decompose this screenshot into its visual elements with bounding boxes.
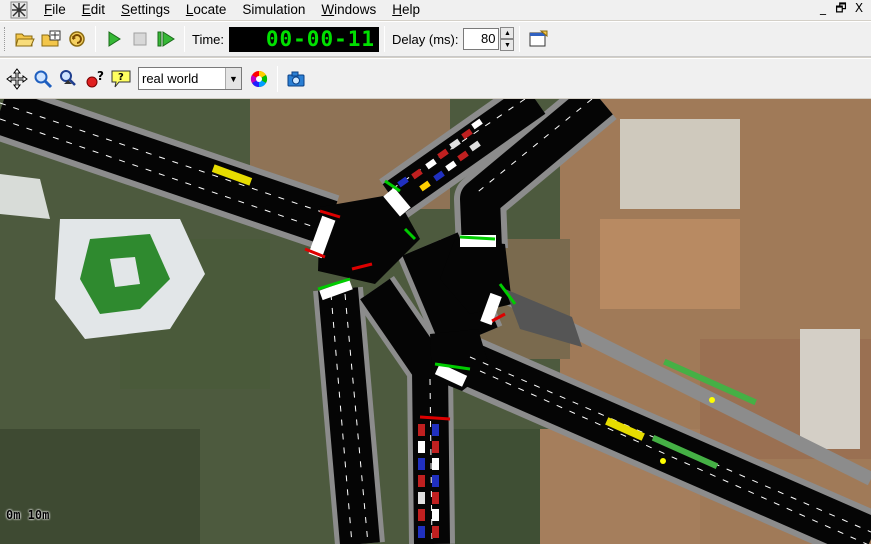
menu-file[interactable]: File [36,0,74,20]
menu-locate[interactable]: Locate [178,0,235,20]
rooftop-block [600,219,740,309]
network-map[interactable] [0,99,871,544]
color-wheel-icon [250,70,268,87]
light-roof [800,329,860,449]
edit-viewport-icon [529,30,548,47]
color-scheme-value: real world [142,71,199,86]
close-button[interactable]: X [851,1,867,17]
recenter-view-button[interactable] [4,66,30,92]
tooltip-icon: ? [111,70,131,87]
roof-garden-opening [110,257,140,287]
edit-color-scheme-button[interactable] [246,66,272,92]
simulation-toolbar: Time: 00-00-11 Delay (ms): 80 ▲ ▼ [0,21,871,57]
play-icon [108,31,121,47]
time-label: Time: [192,31,225,47]
step-icon [157,31,175,47]
recenter-icon [6,67,28,90]
reload-button[interactable] [64,26,90,52]
delay-input[interactable]: 80 [463,28,500,50]
restore-button[interactable]: 🗗 [833,1,849,17]
toolbar-grip[interactable] [4,27,7,51]
stop-icon [133,32,147,46]
locate-vehicle-icon [60,69,76,86]
delay-increase-button[interactable]: ▲ [500,27,515,39]
stop-button[interactable] [127,26,153,52]
step-button[interactable] [153,26,179,52]
breakpoint-button[interactable]: ? [82,66,108,92]
tree-area [0,429,200,544]
locate-junction-button[interactable] [30,66,56,92]
view-toolbar: ? ? real world ▼ [0,58,871,98]
delay-decrease-button[interactable]: ▼ [500,39,515,51]
locate-vehicle-button[interactable] [56,66,82,92]
app-logo-icon [10,1,28,19]
open-network-button[interactable] [38,26,64,52]
screenshot-button[interactable] [283,66,309,92]
minimize-button[interactable]: _ [815,1,831,17]
sumo-gui-window: File Edit Settings Locate Simulation Win… [0,0,871,544]
toolbar-separator [384,26,386,52]
toolbar-separator [184,26,185,52]
mdi-window-controls: _ 🗗 X [815,1,867,17]
menu-settings[interactable]: Settings [113,0,178,20]
camera-icon [287,71,305,86]
open-folder-icon [15,33,35,47]
menu-bar: File Edit Settings Locate Simulation Win… [0,0,871,20]
toolbar-separator [519,26,521,52]
toggle-tooltips-button[interactable]: ? [108,66,134,92]
light-roof [620,119,740,209]
color-scheme-select[interactable]: real world ▼ [138,67,242,90]
delay-label: Delay (ms): [392,31,459,47]
edit-viewport-button[interactable] [525,26,551,52]
menu-edit[interactable]: Edit [74,0,113,20]
scale-bar-label: 0m 10m [6,508,50,522]
svg-text:?: ? [118,72,124,83]
simulation-view[interactable]: 0m 10m [0,99,871,544]
toolbar-separator [277,65,278,92]
svg-text:?: ? [97,69,104,83]
stop-marker [660,458,666,464]
time-display: 00-00-11 [229,26,380,52]
chevron-down-icon[interactable]: ▼ [225,68,241,89]
stop-marker [709,397,715,403]
menu-windows[interactable]: Windows [313,0,384,20]
run-button[interactable] [101,26,127,52]
menu-simulation[interactable]: Simulation [234,0,313,20]
toolbar-separator [95,26,96,52]
open-network-icon [41,30,61,47]
reload-icon [69,31,85,47]
magnifier-icon [34,70,53,88]
menu-help[interactable]: Help [384,0,428,20]
open-folder-button[interactable] [12,26,38,52]
delay-spinner: ▲ ▼ [500,27,515,51]
breakpoint-icon: ? [86,69,104,87]
